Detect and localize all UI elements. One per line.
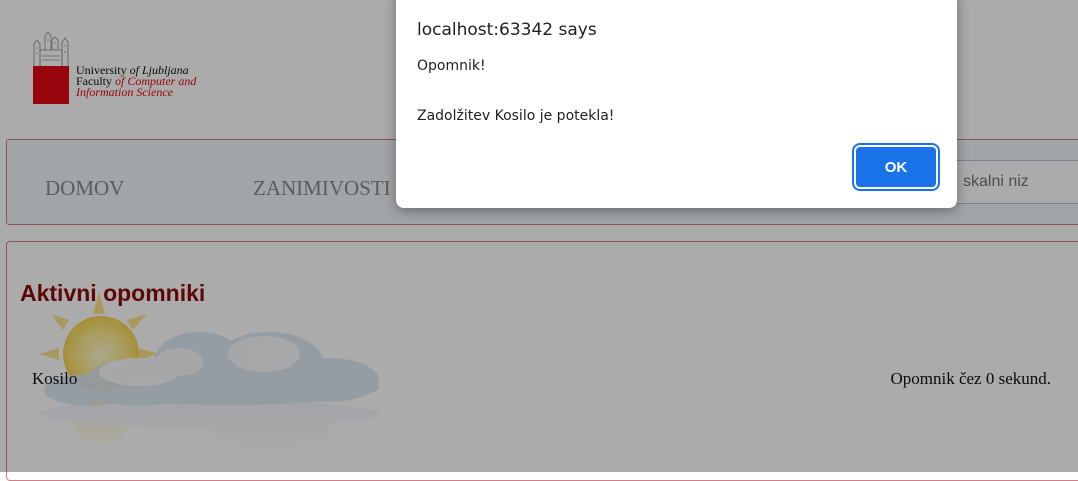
dialog-message-line2: Zadolžitev Kosilo je potekla! [417, 108, 615, 124]
ok-button[interactable]: OK [856, 147, 936, 187]
dialog-title: localhost:63342 says [417, 20, 597, 40]
dialog-message-line1: Opomnik! [417, 58, 486, 74]
alert-dialog: localhost:63342 says Opomnik! Zadolžitev… [396, 0, 957, 208]
